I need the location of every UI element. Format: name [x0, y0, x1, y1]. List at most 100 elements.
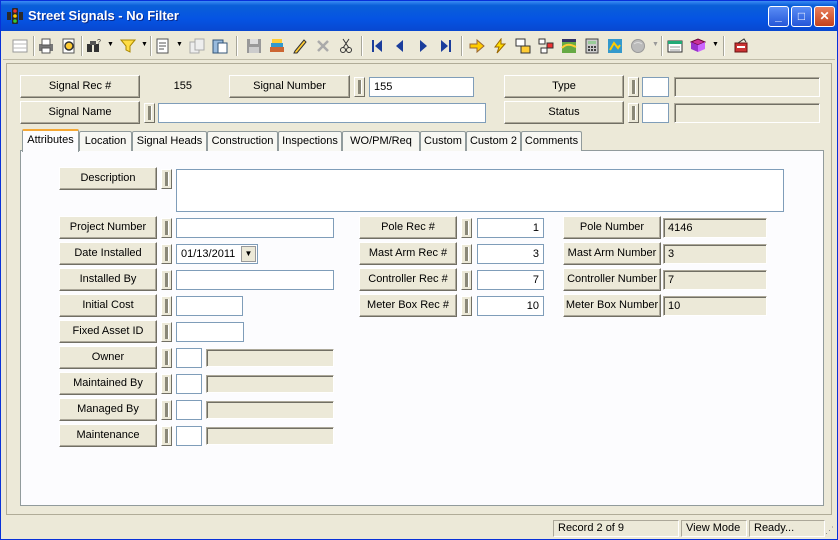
maintained-by-code-field[interactable]	[176, 374, 202, 394]
initial-cost-grip[interactable]	[161, 296, 172, 316]
signal-number-grip[interactable]	[354, 77, 365, 97]
date-dropdown-icon[interactable]: ▼	[241, 246, 256, 262]
signal-name-label[interactable]: Signal Name	[20, 101, 140, 124]
lightning-icon[interactable]	[489, 35, 511, 57]
tab-attributes[interactable]: Attributes	[22, 129, 79, 152]
tab-location[interactable]: Location	[79, 131, 132, 151]
last-record-icon[interactable]	[435, 35, 457, 57]
gis-icon[interactable]	[604, 35, 626, 57]
query-dropdown-icon[interactable]: ▼	[107, 40, 114, 50]
type-code-field[interactable]	[642, 77, 669, 97]
controller-rec-field[interactable]: 7	[477, 270, 544, 290]
fixed-asset-label[interactable]: Fixed Asset ID	[59, 320, 157, 343]
meter-box-number-label[interactable]: Meter Box Number	[563, 294, 661, 317]
signal-number-label[interactable]: Signal Number	[229, 75, 350, 98]
grid-icon[interactable]	[9, 35, 31, 57]
mast-arm-number-label[interactable]: Mast Arm Number	[563, 242, 661, 265]
previous-record-icon[interactable]	[389, 35, 411, 57]
installed-by-label[interactable]: Installed By	[59, 268, 157, 291]
close-button[interactable]: ✕	[814, 6, 835, 27]
save-icon[interactable]	[243, 35, 265, 57]
goto-icon[interactable]	[466, 35, 488, 57]
books-dropdown-icon[interactable]: ▼	[712, 40, 719, 50]
managed-by-label[interactable]: Managed By	[59, 398, 157, 421]
fixed-asset-field[interactable]	[176, 322, 244, 342]
report-icon[interactable]	[152, 35, 174, 57]
date-installed-field[interactable]: 01/13/2011 ▼	[176, 244, 258, 264]
globe-dropdown-icon[interactable]: ▼	[652, 40, 659, 50]
description-label[interactable]: Description	[59, 167, 157, 190]
attach-icon[interactable]	[266, 35, 288, 57]
maintenance-label[interactable]: Maintenance	[59, 424, 157, 447]
pole-rec-grip[interactable]	[461, 218, 472, 238]
delete-icon[interactable]	[312, 35, 334, 57]
managed-by-grip[interactable]	[161, 400, 172, 420]
meter-box-rec-grip[interactable]	[461, 296, 472, 316]
mast-arm-rec-grip[interactable]	[461, 244, 472, 264]
tab-signal-heads[interactable]: Signal Heads	[132, 131, 207, 151]
owner-grip[interactable]	[161, 348, 172, 368]
title-bar[interactable]: Street Signals - No Filter _ □ ✕	[1, 1, 837, 31]
report-dropdown-icon[interactable]: ▼	[176, 40, 183, 50]
maintenance-code-field[interactable]	[176, 426, 202, 446]
signal-name-grip[interactable]	[144, 103, 155, 123]
maintenance-grip[interactable]	[161, 426, 172, 446]
calendar-icon[interactable]	[664, 35, 686, 57]
signal-number-field[interactable]: 155	[369, 77, 474, 97]
globe-icon[interactable]	[627, 35, 649, 57]
project-number-field[interactable]	[176, 218, 334, 238]
map-icon[interactable]	[558, 35, 580, 57]
owner-label[interactable]: Owner	[59, 346, 157, 369]
print-preview-icon[interactable]	[58, 35, 80, 57]
fixed-asset-grip[interactable]	[161, 322, 172, 342]
tab-custom-2[interactable]: Custom 2	[466, 131, 521, 151]
signal-rec-label[interactable]: Signal Rec #	[20, 75, 140, 98]
status-label[interactable]: Status	[504, 101, 624, 124]
maximize-button[interactable]: □	[791, 6, 812, 27]
link-icon[interactable]	[512, 35, 534, 57]
meter-box-rec-field[interactable]: 10	[477, 296, 544, 316]
calculator-icon[interactable]	[581, 35, 603, 57]
date-installed-label[interactable]: Date Installed	[59, 242, 157, 265]
pole-rec-label[interactable]: Pole Rec #	[359, 216, 457, 239]
controller-rec-grip[interactable]	[461, 270, 472, 290]
tab-construction[interactable]: Construction	[207, 131, 278, 151]
pole-rec-field[interactable]: 1	[477, 218, 544, 238]
resize-grip-icon[interactable]: ⋰	[825, 523, 837, 537]
paste-icon[interactable]	[209, 35, 231, 57]
filter-dropdown-icon[interactable]: ▼	[141, 40, 148, 50]
books-icon[interactable]	[687, 35, 709, 57]
type-label[interactable]: Type	[504, 75, 624, 98]
exit-icon[interactable]	[730, 35, 752, 57]
initial-cost-field[interactable]	[176, 296, 243, 316]
initial-cost-label[interactable]: Initial Cost	[59, 294, 157, 317]
copy-icon[interactable]	[186, 35, 208, 57]
filter-icon[interactable]	[117, 35, 139, 57]
controller-number-label[interactable]: Controller Number	[563, 268, 661, 291]
tab-custom[interactable]: Custom	[420, 131, 466, 151]
installed-by-field[interactable]	[176, 270, 334, 290]
owner-code-field[interactable]	[176, 348, 202, 368]
installed-by-grip[interactable]	[161, 270, 172, 290]
maintained-by-grip[interactable]	[161, 374, 172, 394]
type-grip[interactable]	[628, 77, 639, 97]
description-grip[interactable]	[161, 169, 172, 189]
tab-comments[interactable]: Comments	[521, 131, 582, 151]
project-number-label[interactable]: Project Number	[59, 216, 157, 239]
date-installed-grip[interactable]	[161, 244, 172, 264]
managed-by-code-field[interactable]	[176, 400, 202, 420]
pole-number-label[interactable]: Pole Number	[563, 216, 661, 239]
print-icon[interactable]	[35, 35, 57, 57]
signal-name-field[interactable]	[158, 103, 486, 123]
project-number-grip[interactable]	[161, 218, 172, 238]
status-code-field[interactable]	[642, 103, 669, 123]
tab-wo-pm-req[interactable]: WO/PM/Req	[342, 131, 420, 151]
meter-box-rec-label[interactable]: Meter Box Rec #	[359, 294, 457, 317]
first-record-icon[interactable]	[366, 35, 388, 57]
minimize-button[interactable]: _	[768, 6, 789, 27]
status-grip[interactable]	[628, 103, 639, 123]
mast-arm-rec-label[interactable]: Mast Arm Rec #	[359, 242, 457, 265]
query-icon[interactable]: ?	[83, 35, 105, 57]
description-field[interactable]	[176, 169, 784, 212]
maintained-by-label[interactable]: Maintained By	[59, 372, 157, 395]
